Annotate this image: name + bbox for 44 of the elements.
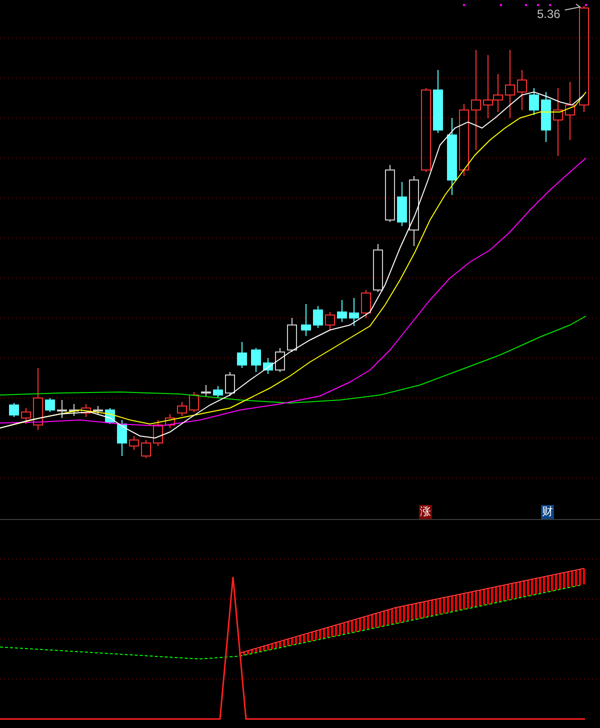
candlestick: [397, 182, 407, 226]
candlestick: [33, 368, 43, 430]
candlestick: [373, 244, 383, 292]
candlestick: [409, 176, 419, 246]
candlestick: [141, 440, 151, 458]
candlestick: [313, 306, 323, 328]
candlestick: [301, 304, 311, 336]
candlestick: [225, 372, 235, 396]
candlestick: [263, 358, 273, 374]
candlestick: [385, 164, 395, 222]
candlestick: [213, 386, 223, 398]
candlestick: [81, 404, 91, 418]
candlestick: [565, 82, 575, 140]
candlestick: [57, 400, 67, 418]
candlestick: [117, 420, 127, 456]
candlestick: [153, 420, 163, 446]
candlestick: [165, 414, 175, 428]
candlestick: [237, 342, 247, 368]
candlestick: [433, 70, 443, 134]
latest-price-label: 5.36: [537, 8, 560, 20]
candlestick: [45, 398, 55, 412]
signal-tag: 财: [541, 505, 554, 519]
candlestick: [349, 298, 359, 326]
candlestick: [177, 402, 187, 416]
candlestick: [337, 300, 347, 322]
candlestick: [361, 290, 371, 318]
candlestick: [553, 88, 563, 156]
candlestick: [201, 384, 211, 396]
candlestick: [505, 50, 515, 118]
candlestick: [517, 70, 527, 110]
candlestick: [529, 88, 539, 116]
candlestick: [129, 436, 139, 450]
signal-tag: 涨: [419, 505, 432, 519]
candlestick: [69, 404, 79, 416]
candlestick: [541, 92, 551, 142]
candlestick: [325, 312, 335, 330]
candlestick: [93, 406, 103, 414]
candlestick: [251, 348, 261, 372]
candlestick: [21, 408, 31, 424]
candlestick: [189, 392, 199, 412]
candlestick: [287, 318, 297, 352]
candlestick: [275, 348, 285, 372]
candlestick: [9, 402, 19, 418]
price-pointer-icon: [564, 4, 582, 10]
